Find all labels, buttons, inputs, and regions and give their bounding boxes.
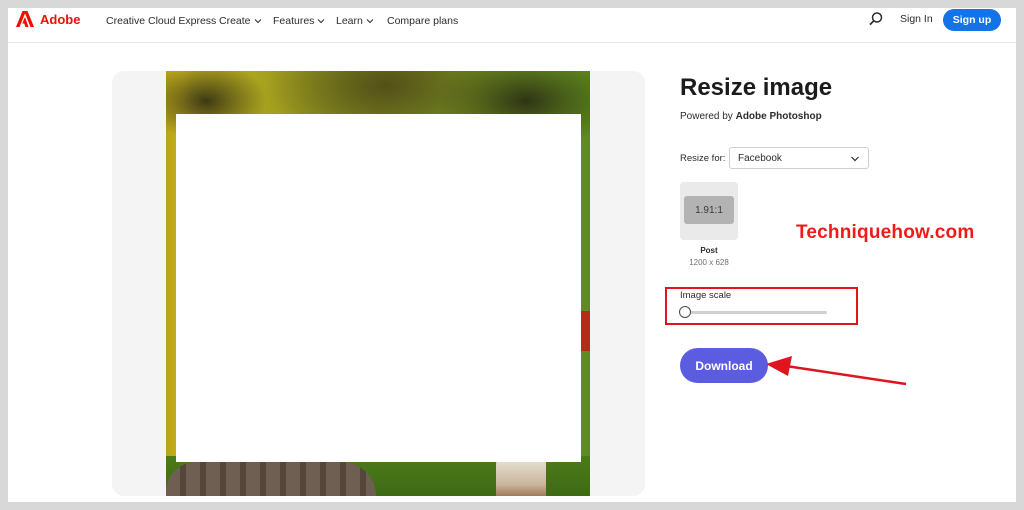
resize-canvas-overlay — [176, 114, 581, 462]
image-scale-slider[interactable] — [690, 311, 827, 314]
top-navigation: Adobe Creative Cloud Express Create Feat… — [8, 8, 1016, 43]
nav-compare-plans[interactable]: Compare plans — [387, 15, 458, 27]
nav-label: Compare plans — [387, 15, 459, 27]
nav-learn[interactable]: Learn — [336, 15, 374, 27]
powered-by-text: Powered by Adobe Photoshop — [680, 111, 822, 122]
chevron-down-icon — [318, 19, 325, 24]
watermark-text: Techniquehow.com — [796, 222, 975, 243]
preset-size: 1200 x 628 — [689, 258, 729, 267]
sign-in-link[interactable]: Sign In — [900, 13, 933, 25]
photo-rock — [166, 462, 376, 496]
photo-detail — [580, 311, 590, 351]
photo-figure — [496, 458, 546, 496]
nav-creative-cloud-express[interactable]: Creative Cloud Express — [106, 15, 216, 27]
powered-prefix: Powered by — [680, 111, 736, 122]
download-button[interactable]: Download — [680, 348, 768, 383]
adobe-logo[interactable]: Adobe — [16, 11, 80, 27]
resize-for-label: Resize for: — [680, 153, 726, 164]
image-scale-slider-thumb[interactable] — [679, 306, 691, 318]
sign-up-button[interactable]: Sign up — [943, 9, 1001, 31]
nav-label: Creative Cloud Express — [106, 15, 217, 27]
nav-label: Learn — [336, 15, 363, 27]
image-scale-label: Image scale — [680, 290, 732, 301]
nav-create[interactable]: Create — [219, 15, 262, 27]
preset-post-card[interactable]: 1.91:1 — [680, 182, 738, 240]
nav-label: Create — [219, 15, 251, 27]
annotation-arrow-icon — [766, 356, 907, 386]
chevron-down-icon — [366, 19, 374, 24]
powered-brand: Adobe Photoshop — [735, 111, 822, 122]
preset-ratio-badge: 1.91:1 — [684, 196, 734, 224]
nav-label: Features — [273, 15, 315, 27]
chevron-down-icon — [851, 156, 859, 162]
page-title: Resize image — [680, 74, 833, 101]
search-icon[interactable] — [868, 11, 884, 27]
adobe-logo-icon — [16, 11, 34, 27]
chevron-down-icon — [254, 19, 261, 24]
nav-features[interactable]: Features — [273, 15, 325, 27]
resize-for-select[interactable]: Facebook — [729, 147, 869, 169]
preset-name: Post — [700, 246, 718, 255]
resize-for-value: Facebook — [738, 153, 782, 164]
adobe-brand-text: Adobe — [40, 11, 81, 27]
